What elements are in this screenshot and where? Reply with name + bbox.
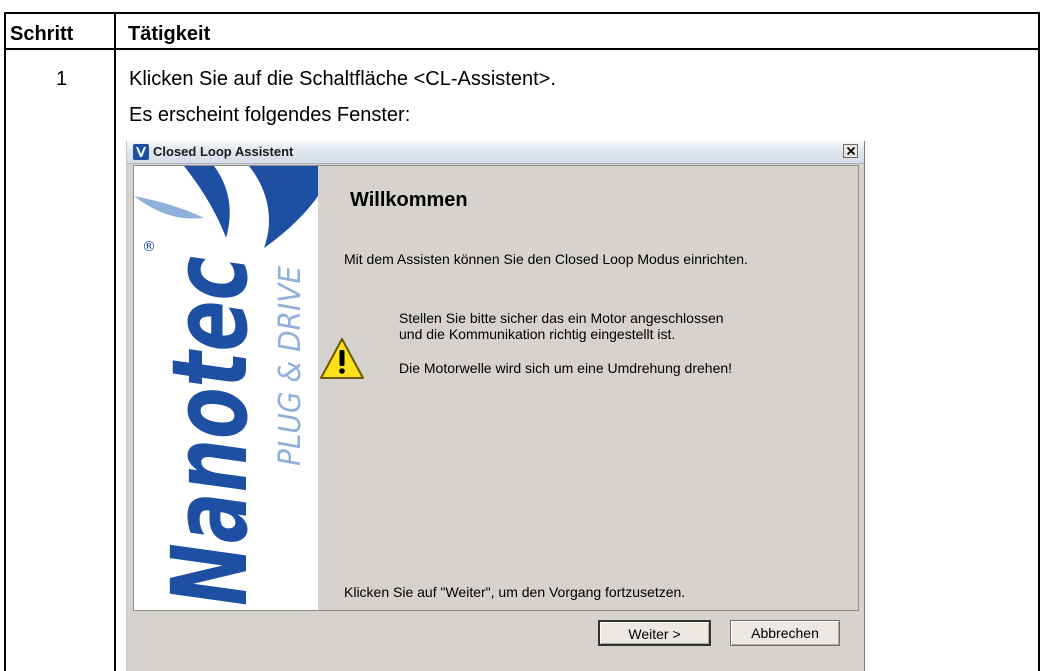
header-activity: Tätigkeit	[128, 23, 211, 45]
instruction-line-2: Es erscheint folgendes Fenster:	[129, 104, 411, 126]
note-line-2: und die Kommunikation richtig eingestell…	[399, 326, 676, 342]
note-line-1: Stellen Sie bitte sicher das ein Motor a…	[399, 310, 724, 326]
footer-hint: Klicken Sie auf "Weiter", um den Vorgang…	[344, 584, 686, 600]
instruction-line-1: Klicken Sie auf die Schaltfläche <CL-Ass…	[129, 68, 556, 90]
intro-text: Mit dem Assisten können Sie den Closed L…	[344, 251, 748, 267]
cancel-button[interactable]: Abbrechen	[730, 620, 840, 646]
dialog-title: Closed Loop Assistent	[153, 144, 294, 159]
next-button[interactable]: Weiter >	[598, 620, 711, 646]
table-border-right	[1038, 12, 1040, 671]
warning-text: Die Motorwelle wird sich um eine Umdrehu…	[399, 360, 733, 376]
warning-icon	[319, 337, 365, 381]
column-divider	[114, 12, 116, 671]
welcome-heading: Willkommen	[350, 189, 468, 211]
app-logo-icon	[133, 144, 149, 160]
closed-loop-dialog: Closed Loop Assistent ® Nanotec PLUG & D…	[126, 141, 865, 671]
dialog-content: ® Nanotec PLUG & DRIVE Willkommen Mit de…	[133, 165, 859, 611]
nanotec-logo: ® Nanotec PLUG & DRIVE	[134, 166, 318, 606]
close-button[interactable]	[843, 144, 858, 158]
svg-text:®: ®	[142, 239, 156, 255]
dialog-titlebar[interactable]: Closed Loop Assistent	[127, 141, 864, 164]
table-border-top	[4, 12, 1040, 14]
close-icon	[846, 146, 856, 156]
table-border-left	[4, 12, 6, 671]
brand-slogan: PLUG & DRIVE	[273, 266, 308, 466]
nanotec-brand-panel: ® Nanotec PLUG & DRIVE	[134, 166, 318, 610]
brand-name: Nanotec	[149, 256, 271, 606]
header-step: Schritt	[10, 23, 74, 45]
header-divider	[4, 48, 1040, 50]
step-number: 1	[56, 68, 68, 90]
